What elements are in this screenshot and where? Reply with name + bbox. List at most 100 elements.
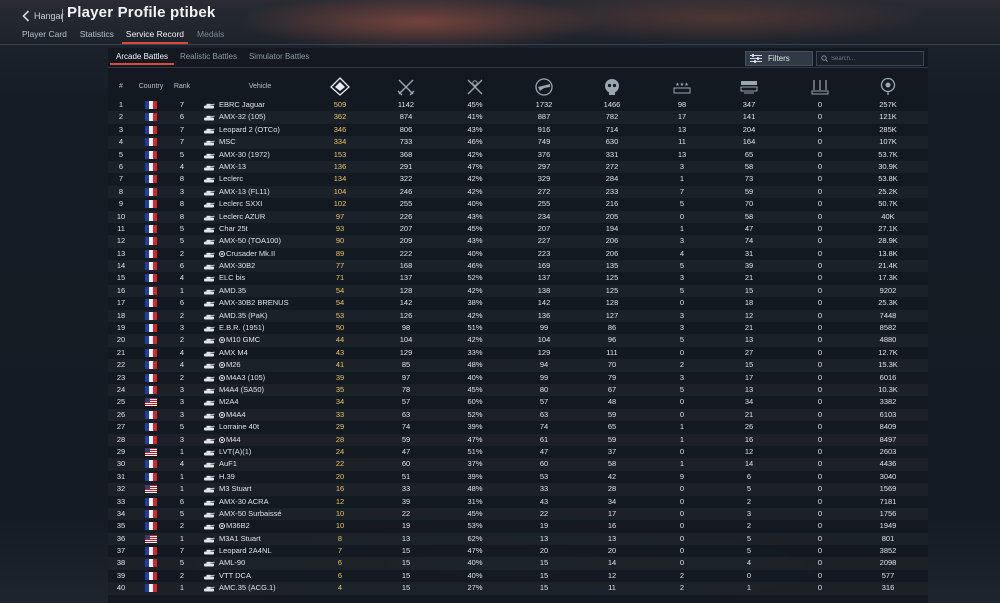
tab-player-card[interactable]: Player Card <box>22 28 67 44</box>
tab-simulator-battles[interactable]: Simulator Battles <box>249 50 309 66</box>
tab-statistics[interactable]: Statistics <box>80 28 114 44</box>
table-row[interactable]: 39 2 VTT DCA 6 15 40% 15 12 2 0 0 577 <box>108 570 928 582</box>
table-row[interactable]: 2 6 AMX-32 (105) 362 874 41% 887 782 17 141 0 121K <box>108 111 928 123</box>
naval-kills-icon[interactable]: ★★★ <box>672 77 692 96</box>
header-vehicle[interactable]: Vehicle <box>236 83 284 90</box>
table-row[interactable]: 34 5 AMX-50 Surbaissé 10 22 45% 22 17 0 3 0 1756 <box>108 508 928 520</box>
table-row[interactable]: 22 4 M26 41 85 48% 94 70 2 15 0 15.3K <box>108 359 928 371</box>
header-country[interactable]: Country <box>132 83 170 90</box>
vehicle-name[interactable]: ELC bis <box>219 273 245 282</box>
vehicle-name[interactable]: M3A1 Stuart <box>219 534 261 543</box>
header-rank[interactable]: Rank <box>168 83 196 90</box>
air-kills-icon[interactable] <box>534 77 554 96</box>
table-row[interactable]: 32 1 M3 Stuart 16 33 48% 33 28 0 5 0 1569 <box>108 483 928 495</box>
vehicle-name[interactable]: M26 <box>219 360 241 369</box>
tab-service-record[interactable]: Service Record <box>121 28 189 44</box>
table-row[interactable]: 13 2 Crusader Mk.II 89 222 40% 223 206 4 31 0 13.8K <box>108 248 928 260</box>
vehicle-name[interactable]: AMX-32 (105) <box>219 112 266 121</box>
lions-icon[interactable] <box>878 77 898 96</box>
vehicle-name[interactable]: M4A3 (105) <box>219 373 265 382</box>
table-row[interactable]: 27 5 Lorraine 40t 29 74 39% 74 65 1 26 0 8409 <box>108 421 928 433</box>
table-row[interactable]: 38 5 AML-90 6 15 40% 15 14 0 4 0 2098 <box>108 557 928 569</box>
vehicle-name[interactable]: Leopard 2 (OTCo) <box>219 125 280 134</box>
vehicle-name[interactable]: Leclerc AZUR <box>219 212 265 221</box>
header-number[interactable]: # <box>108 83 134 90</box>
vehicle-name[interactable]: AML-90 <box>219 558 245 567</box>
vehicle-name[interactable]: AMD.35 (PaK) <box>219 311 267 320</box>
vehicle-name[interactable]: Leopard 2A4NL <box>219 546 272 555</box>
score-icon[interactable] <box>330 77 350 96</box>
table-row[interactable]: 16 1 AMD.35 54 128 42% 138 125 5 15 0 9202 <box>108 285 928 297</box>
vehicle-name[interactable]: AMX-50 Surbaissé <box>219 509 282 518</box>
table-row[interactable]: 1 7 EBRC Jaguar 509 1142 45% 1732 1466 98 347 0 257… <box>108 99 928 111</box>
table-row[interactable]: 40 1 AMC.35 (ACG.1) 4 15 27% 15 11 2 1 0 316 <box>108 582 928 594</box>
tab-realistic-battles[interactable]: Realistic Battles <box>180 50 237 66</box>
vehicle-name[interactable]: M36B2 <box>219 521 250 530</box>
vehicle-name[interactable]: AMX-30B2 BRENUS <box>219 298 289 307</box>
table-row[interactable]: 20 2 M10 GMC 44 104 42% 104 96 5 13 0 4880 <box>108 334 928 346</box>
vehicle-name[interactable]: AMC.35 (ACG.1) <box>219 583 276 592</box>
table-row[interactable]: 31 1 H.39 20 51 39% 53 42 9 6 0 3040 <box>108 471 928 483</box>
table-row[interactable]: 9 8 Leclerc SXXI 102 255 40% 255 216 5 70 0 50.7K <box>108 198 928 210</box>
battles-icon[interactable] <box>396 77 416 96</box>
table-row[interactable]: 26 3 M4A4 33 63 52% 63 59 0 21 0 6103 <box>108 409 928 421</box>
vehicle-name[interactable]: M2A4 <box>219 397 239 406</box>
table-row[interactable]: 8 3 AMX-13 (FL11) 104 246 42% 272 233 7 59 0 25.2K <box>108 186 928 198</box>
table-row[interactable]: 12 5 AMX-50 (TOA100) 90 209 43% 227 206 3 74 0 28.9… <box>108 235 928 247</box>
vehicle-name[interactable]: MSC <box>219 137 236 146</box>
vehicle-name[interactable]: M44 <box>219 435 241 444</box>
vehicle-name[interactable]: AMX-13 <box>219 162 246 171</box>
ground-kills-icon[interactable] <box>602 77 622 96</box>
vehicle-name[interactable]: AMD.35 <box>219 286 246 295</box>
table-row[interactable]: 28 3 M44 28 59 47% 61 59 1 16 0 8497 <box>108 434 928 446</box>
table-row[interactable]: 6 4 AMX-13 136 291 47% 297 272 3 58 0 30.9K <box>108 161 928 173</box>
back-to-hangar-button[interactable]: Hangar <box>22 9 64 23</box>
tab-arcade-battles[interactable]: Arcade Battles <box>116 50 168 66</box>
vehicle-name[interactable]: EBRC Jaguar <box>219 100 265 109</box>
table-row[interactable]: 29 1 LVT(A)(1) 24 47 51% 47 37 0 12 0 2603 <box>108 446 928 458</box>
vehicle-name[interactable]: Leclerc <box>219 174 243 183</box>
filters-button[interactable]: Filters <box>745 51 813 66</box>
table-row[interactable]: 4 7 MSC 334 733 46% 749 630 11 164 0 107K <box>108 136 928 148</box>
table-row[interactable]: 37 7 Leopard 2A4NL 7 15 47% 20 20 0 5 0 3852 <box>108 545 928 557</box>
vehicle-name[interactable]: LVT(A)(1) <box>219 447 251 456</box>
table-row[interactable]: 18 2 AMD.35 (PaK) 53 126 42% 136 127 3 12 0 7448 <box>108 310 928 322</box>
vehicle-name[interactable]: AuF1 <box>219 459 237 468</box>
vehicle-name[interactable]: AMX-30 ACRA <box>219 497 269 506</box>
table-row[interactable]: 33 6 AMX-30 ACRA 12 39 31% 43 34 0 2 0 7181 <box>108 496 928 508</box>
vehicle-name[interactable]: VTT DCA <box>219 571 251 580</box>
sp-icon[interactable] <box>810 77 830 96</box>
table-row[interactable]: 35 2 M36B2 10 19 53% 19 16 0 2 0 1949 <box>108 520 928 532</box>
vehicle-name[interactable]: M4A4 (SA50) <box>219 385 264 394</box>
respawns-icon[interactable] <box>739 77 759 96</box>
vehicle-name[interactable]: M3 Stuart <box>219 484 252 493</box>
table-row[interactable]: 17 6 AMX-30B2 BRENUS 54 142 38% 142 128 0 18 0 25.3… <box>108 297 928 309</box>
table-row[interactable]: 5 5 AMX-30 (1972) 153 368 42% 376 331 13 65 0 53.7K <box>108 149 928 161</box>
vehicle-name[interactable]: M10 GMC <box>219 335 260 344</box>
table-row[interactable]: 3 7 Leopard 2 (OTCo) 346 806 43% 916 714 13 204 0 2… <box>108 124 928 136</box>
vehicle-name[interactable]: AMX-30B2 <box>219 261 255 270</box>
table-row[interactable]: 15 4 ELC bis 71 137 52% 137 125 3 21 0 17.3K <box>108 272 928 284</box>
vehicle-name[interactable]: M4A4 <box>219 410 246 419</box>
table-row[interactable]: 25 3 M2A4 34 57 60% 57 48 0 34 0 3382 <box>108 396 928 408</box>
vehicle-name[interactable]: AMX M4 <box>219 348 248 357</box>
table-row[interactable]: 14 6 AMX-30B2 77 168 46% 169 135 5 39 0 21.4K <box>108 260 928 272</box>
table-row[interactable]: 30 4 AuF1 22 60 37% 60 58 1 14 0 4436 <box>108 458 928 470</box>
table-row[interactable]: 10 8 Leclerc AZUR 97 226 43% 234 205 0 58 0 40K <box>108 211 928 223</box>
table-row[interactable]: 11 5 Char 25t 93 207 45% 207 194 1 47 0 27.1K <box>108 223 928 235</box>
table-row[interactable]: 7 8 Leclerc 134 322 42% 329 284 1 73 0 53.8K <box>108 173 928 185</box>
victories-icon[interactable] <box>465 77 485 96</box>
table-row[interactable]: 21 4 AMX M4 43 129 33% 129 111 0 27 0 12.7K <box>108 347 928 359</box>
table-row[interactable]: 36 1 M3A1 Stuart 8 13 62% 13 13 0 5 0 801 <box>108 533 928 545</box>
table-row[interactable]: 24 3 M4A4 (SA50) 35 78 45% 80 67 5 13 0 10.3K <box>108 384 928 396</box>
table-row[interactable]: 23 2 M4A3 (105) 39 97 40% 99 79 3 17 0 6016 <box>108 372 928 384</box>
search-input[interactable] <box>831 55 921 62</box>
vehicle-name[interactable]: Lorraine 40t <box>219 422 259 431</box>
tab-medals[interactable]: Medals <box>197 28 224 44</box>
vehicle-name[interactable]: AMX-13 (FL11) <box>219 187 270 196</box>
vehicle-name[interactable]: AMX-30 (1972) <box>219 150 270 159</box>
vehicle-name[interactable]: AMX-50 (TOA100) <box>219 236 281 245</box>
table-row[interactable]: 19 3 E.B.R. (1951) 50 98 51% 99 86 3 21 0 8582 <box>108 322 928 334</box>
vehicle-name[interactable]: H.39 <box>219 472 235 481</box>
vehicle-name[interactable]: Char 25t <box>219 224 248 233</box>
